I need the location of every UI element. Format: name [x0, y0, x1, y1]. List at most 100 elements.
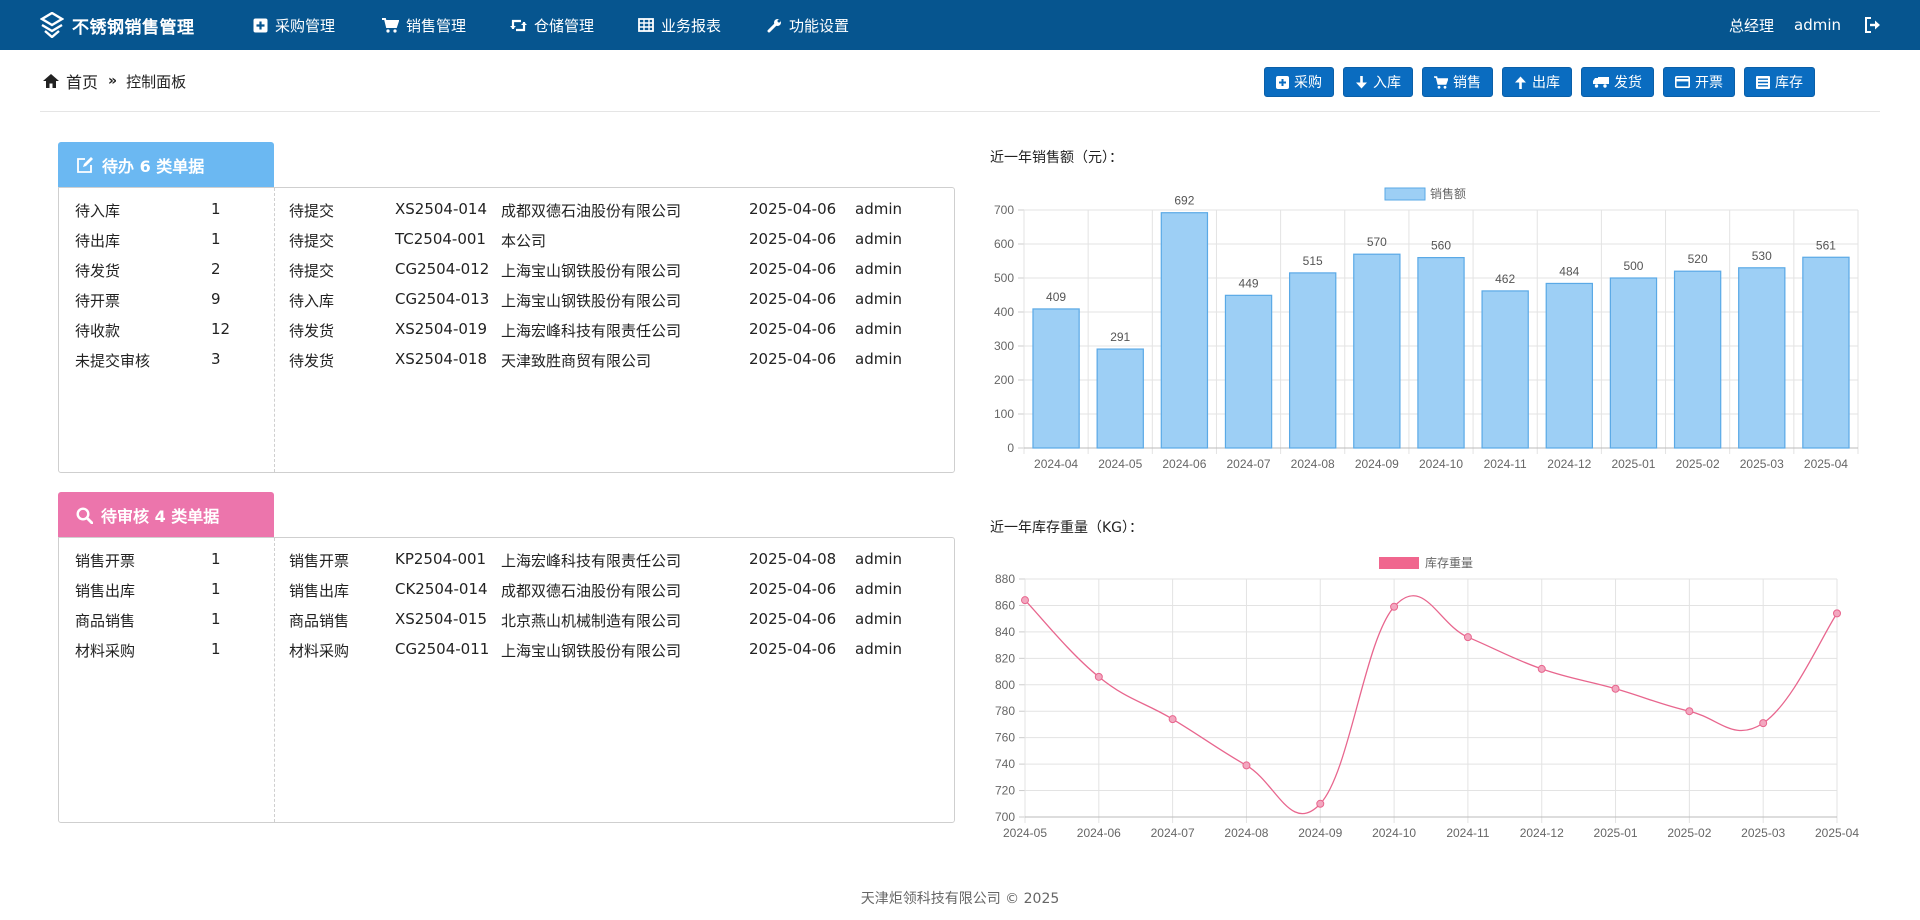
bar: [1738, 267, 1786, 449]
quick-stock-button[interactable]: 库存: [1744, 67, 1815, 97]
edit-icon: [77, 156, 93, 173]
pending-row[interactable]: 待开票 9 待入库 CG2504-013 上海宝山钢铁股份有限公司 2025-04-06 a…: [59, 284, 954, 314]
nav-settings[interactable]: 功能设置: [767, 0, 849, 50]
review-panel-body: 销售开票 1 销售开票 KP2504-001 上海宏峰科技有限责任公司 2025-04-0…: [58, 537, 955, 823]
pending-row[interactable]: 待发货 2 待提交 CG2504-012 上海宝山钢铁股份有限公司 2025-04-06 a…: [59, 254, 954, 284]
data-label: 500: [1623, 259, 1643, 273]
quick-sales-button[interactable]: 销售: [1422, 67, 1493, 97]
nav-sales-label: 销售管理: [406, 16, 467, 35]
quick-outbound-label: 出库: [1532, 75, 1560, 91]
review-cat-name: 销售出库: [75, 582, 136, 600]
pending-row[interactable]: 待出库 1 待提交 TC2504-001 本公司 2025-04-06 admin: [59, 224, 954, 254]
y-tick-label: 200: [994, 373, 1014, 387]
quick-purchase-button[interactable]: 采购: [1264, 67, 1334, 97]
y-tick-label: 740: [995, 757, 1015, 771]
breadcrumb-current: 控制面板: [126, 72, 187, 91]
pending-company: 上海宝山钢铁股份有限公司: [501, 262, 682, 280]
brand[interactable]: 不锈钢销售管理: [40, 0, 195, 50]
review-code[interactable]: CK2504-014: [395, 580, 488, 598]
logout-button[interactable]: [1864, 0, 1882, 50]
pending-code[interactable]: TC2504-001: [395, 230, 486, 248]
data-point: [1685, 707, 1694, 716]
y-tick-label: 840: [995, 625, 1015, 639]
data-label: 484: [1559, 264, 1579, 278]
data-point: [1537, 664, 1546, 673]
data-point: [1021, 596, 1029, 605]
data-label: 462: [1495, 272, 1515, 286]
nav-purchase[interactable]: 采购管理: [253, 0, 335, 50]
review-company: 上海宝山钢铁股份有限公司: [501, 642, 682, 660]
pending-status: 待提交: [289, 202, 335, 220]
x-tick-label: 2024-08: [1224, 826, 1268, 840]
bar: [1802, 256, 1850, 449]
y-tick-label: 780: [995, 704, 1015, 718]
pending-panel-tab[interactable]: 待办 6 类单据: [58, 142, 274, 188]
review-row[interactable]: 销售开票 1 销售开票 KP2504-001 上海宏峰科技有限责任公司 2025-04-0…: [59, 544, 954, 574]
review-row[interactable]: 商品销售 1 商品销售 XS2504-015 北京燕山机械制造有限公司 2025-04-0…: [59, 604, 954, 634]
quick-inbound-button[interactable]: 入库: [1343, 67, 1413, 97]
data-label: 692: [1174, 194, 1194, 208]
quick-outbound-button[interactable]: 出库: [1502, 67, 1572, 97]
data-label: 570: [1367, 235, 1387, 249]
data-point: [1759, 719, 1768, 728]
pending-row[interactable]: 待入库 1 待提交 XS2504-014 成都双德石油股份有限公司 2025-04-06 a…: [59, 194, 954, 224]
pending-code[interactable]: XS2504-018: [395, 350, 487, 368]
pending-user: admin: [855, 260, 902, 278]
user-name[interactable]: admin: [1794, 0, 1841, 50]
y-tick-label: 500: [994, 271, 1014, 285]
review-code[interactable]: KP2504-001: [395, 550, 486, 568]
bar: [1096, 348, 1144, 449]
data-label: 561: [1816, 238, 1836, 252]
pending-status: 待入库: [289, 292, 335, 310]
review-row[interactable]: 销售出库 1 销售出库 CK2504-014 成都双德石油股份有限公司 2025-04-0…: [59, 574, 954, 604]
pending-cat-count: 2: [211, 260, 221, 278]
review-status: 销售出库: [289, 582, 350, 600]
pending-row[interactable]: 未提交审核 3 待发货 XS2504-018 天津致胜商贸有限公司 2025-04-06 a…: [59, 344, 954, 374]
x-tick-label: 2024-06: [1162, 457, 1206, 471]
app-title: 不锈钢销售管理: [72, 17, 195, 38]
pending-row[interactable]: 待收款 12 待发货 XS2504-019 上海宏峰科技有限责任公司 2025-04-06…: [59, 314, 954, 344]
x-tick-label: 2025-03: [1740, 457, 1784, 471]
pending-code[interactable]: CG2504-013: [395, 290, 489, 308]
cart-icon: [382, 17, 399, 33]
review-user: admin: [855, 550, 902, 568]
breadcrumb-home[interactable]: 首页: [66, 69, 98, 93]
data-point: [1390, 602, 1399, 611]
review-code[interactable]: CG2504-011: [395, 640, 489, 658]
x-tick-label: 2025-01: [1611, 457, 1655, 471]
y-tick-label: 300: [994, 339, 1014, 353]
quick-ship-button[interactable]: 发货: [1581, 67, 1654, 97]
user-role[interactable]: 总经理: [1729, 0, 1774, 50]
breadcrumb: 首页 » 控制面板: [43, 50, 186, 112]
review-code[interactable]: XS2504-015: [395, 610, 487, 628]
quick-invoice-button[interactable]: 开票: [1663, 67, 1735, 97]
breadcrumb-row: 首页 » 控制面板 采购 入库 销售 出库 发货 开票 库存: [40, 50, 1880, 112]
review-user: admin: [855, 610, 902, 628]
y-tick-label: 720: [995, 784, 1015, 798]
nav-settings-label: 功能设置: [789, 16, 850, 35]
arrow-down-icon: [1356, 75, 1367, 88]
retweet-icon: [510, 19, 527, 31]
pending-code[interactable]: XS2504-014: [395, 200, 487, 218]
pending-panel: 待办 6 类单据 待入库 1 待提交 XS2504-014 成都双德石油股份有限公司 20…: [58, 142, 955, 474]
y-tick-label: 700: [994, 203, 1014, 217]
y-tick-label: 0: [1007, 441, 1014, 455]
review-company: 成都双德石油股份有限公司: [501, 582, 682, 600]
pending-code[interactable]: XS2504-019: [395, 320, 487, 338]
pending-user: admin: [855, 320, 902, 338]
x-tick-label: 2025-02: [1676, 457, 1720, 471]
review-date: 2025-04-06: [749, 610, 837, 628]
pending-date: 2025-04-06: [749, 260, 837, 278]
arrow-up-icon: [1515, 76, 1526, 89]
pending-code[interactable]: CG2504-012: [395, 260, 489, 278]
nav-reports[interactable]: 业务报表: [638, 0, 721, 50]
x-tick-label: 2024-09: [1298, 826, 1342, 840]
review-row[interactable]: 材料采购 1 材料采购 CG2504-011 上海宝山钢铁股份有限公司 2025-04-0…: [59, 634, 954, 664]
nav-sales[interactable]: 销售管理: [382, 0, 466, 50]
nav-warehouse[interactable]: 仓储管理: [510, 0, 594, 50]
y-tick-label: 800: [995, 678, 1015, 692]
review-panel-tab[interactable]: 待审核 4 类单据: [58, 492, 274, 538]
review-cat-count: 1: [211, 580, 221, 598]
pending-cat-count: 9: [211, 290, 221, 308]
data-point: [1316, 799, 1325, 808]
